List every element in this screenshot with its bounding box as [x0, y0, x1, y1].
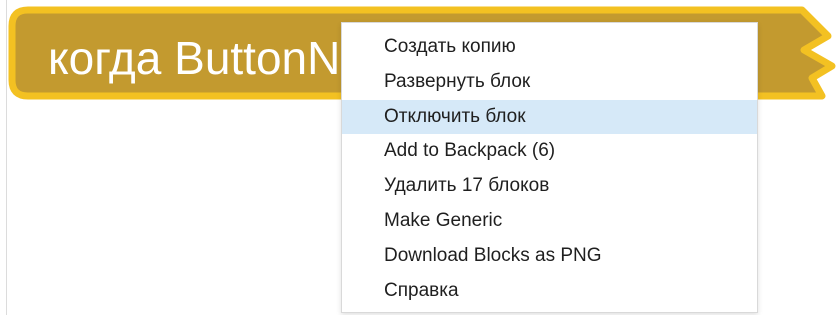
menu-item-help[interactable]: Справка: [342, 274, 757, 309]
blocks-workspace[interactable]: когда ButtonN Создать копию Развернуть б…: [0, 0, 839, 315]
menu-item-download-png[interactable]: Download Blocks as PNG: [342, 239, 757, 274]
menu-item-duplicate[interactable]: Создать копию: [342, 30, 757, 65]
menu-item-expand-block[interactable]: Развернуть блок: [342, 65, 757, 100]
menu-item-add-to-backpack[interactable]: Add to Backpack (6): [342, 134, 757, 169]
menu-item-delete-blocks[interactable]: Удалить 17 блоков: [342, 169, 757, 204]
event-block-label: когда ButtonN: [48, 32, 341, 84]
menu-item-make-generic[interactable]: Make Generic: [342, 204, 757, 239]
context-menu: Создать копию Развернуть блок Отключить …: [341, 22, 758, 313]
menu-item-disable-block[interactable]: Отключить блок: [342, 99, 757, 135]
